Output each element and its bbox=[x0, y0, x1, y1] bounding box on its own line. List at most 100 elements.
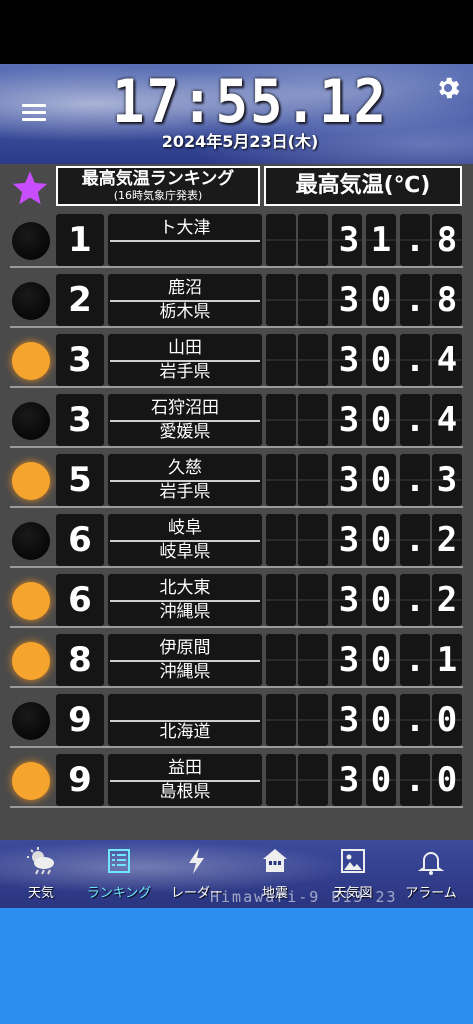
moon-icon bbox=[12, 222, 50, 260]
digit-cell-background bbox=[266, 754, 296, 806]
temperature-digit: . bbox=[404, 340, 426, 380]
moon-icon bbox=[12, 282, 50, 320]
temperature-digit: . bbox=[404, 640, 426, 680]
temperature-digit: 3 bbox=[338, 580, 360, 620]
temperature-digit: 3 bbox=[338, 340, 360, 380]
ranking-title: 最高気温ランキング bbox=[81, 169, 235, 189]
digit-cell-background bbox=[266, 334, 296, 386]
temperature-digit: 0 bbox=[370, 280, 392, 320]
sun-icon bbox=[12, 462, 50, 500]
status-bar bbox=[0, 0, 473, 64]
temperature-digit: 3 bbox=[338, 760, 360, 800]
temperature-digit: 4 bbox=[436, 400, 458, 440]
temperature-digit: 0 bbox=[370, 760, 392, 800]
temperature-digit: 0 bbox=[370, 400, 392, 440]
digit-cell-background bbox=[298, 694, 328, 746]
ranking-subtitle: (16時気象庁発表) bbox=[113, 189, 203, 202]
temperature-digit: . bbox=[404, 520, 426, 560]
location-name: 山田 bbox=[168, 338, 202, 358]
star-icon[interactable] bbox=[10, 168, 50, 208]
rank-number: 3 bbox=[56, 394, 104, 446]
ranking-row[interactable]: 3 石狩沼田 愛媛県 3 0. 4 bbox=[0, 390, 473, 450]
row-divider bbox=[10, 626, 463, 628]
temperature-digit: 0 bbox=[370, 340, 392, 380]
location-name: 益田 bbox=[168, 758, 202, 778]
location-cell: 益田 島根県 bbox=[108, 754, 262, 806]
temperature-digit: 3 bbox=[338, 460, 360, 500]
ranking-row[interactable]: 9 北海道 3 0. 0 bbox=[0, 690, 473, 750]
flip-divider bbox=[110, 780, 260, 782]
tab-alarm[interactable]: アラーム bbox=[392, 846, 470, 901]
digit-cell-background bbox=[298, 574, 328, 626]
ranking-board: 最高気温ランキング (16時気象庁発表) 最高気温(℃) 1 ト大津 3 1. 8 2 鹿沼… bbox=[0, 164, 473, 840]
digit-cell-background bbox=[266, 214, 296, 266]
sun-icon bbox=[12, 582, 50, 620]
row-divider bbox=[10, 566, 463, 568]
ranking-row[interactable]: 8 伊原間 沖縄県 3 0. 1 bbox=[0, 630, 473, 690]
flip-divider bbox=[110, 600, 260, 602]
rank-number: 5 bbox=[56, 454, 104, 506]
ranking-row[interactable]: 5 久慈 岩手県 3 0. 3 bbox=[0, 450, 473, 510]
temperature-header: 最高気温(℃) bbox=[264, 166, 462, 206]
list-icon bbox=[108, 849, 130, 873]
ranking-row[interactable]: 6 岐阜 岐阜県 3 0. 2 bbox=[0, 510, 473, 570]
temperature-digit: . bbox=[404, 400, 426, 440]
temperature-digit: 3 bbox=[338, 640, 360, 680]
rank-number: 3 bbox=[56, 334, 104, 386]
temperature-digit: . bbox=[404, 760, 426, 800]
weather-icon bbox=[27, 847, 54, 875]
digit-cell-background bbox=[298, 394, 328, 446]
temperature-digit: 0 bbox=[370, 520, 392, 560]
ranking-row[interactable]: 2 鹿沼 栃木県 3 0. 8 bbox=[0, 270, 473, 330]
row-divider bbox=[10, 746, 463, 748]
ranking-row[interactable]: 6 北大東 沖縄県 3 0. 2 bbox=[0, 570, 473, 630]
location-cell: 山田 岩手県 bbox=[108, 334, 262, 386]
digit-cell-background bbox=[298, 634, 328, 686]
location-cell: 鹿沼 栃木県 bbox=[108, 274, 262, 326]
temperature-digit: 2 bbox=[436, 520, 458, 560]
location-name: 北大東 bbox=[159, 578, 211, 598]
tab-weather[interactable]: 天気 bbox=[2, 846, 80, 901]
location-cell: 久慈 岩手県 bbox=[108, 454, 262, 506]
sun-icon bbox=[12, 762, 50, 800]
location-cell: 石狩沼田 愛媛県 bbox=[108, 394, 262, 446]
moon-icon bbox=[12, 702, 50, 740]
temperature-digit: 0 bbox=[370, 460, 392, 500]
rank-number: 6 bbox=[56, 514, 104, 566]
row-divider bbox=[10, 266, 463, 268]
flip-divider bbox=[110, 480, 260, 482]
gear-icon[interactable] bbox=[434, 74, 462, 102]
tab-label: アラーム bbox=[405, 886, 457, 901]
ranking-row[interactable]: 1 ト大津 3 1. 8 bbox=[0, 210, 473, 270]
hamburger-menu-icon[interactable] bbox=[22, 104, 46, 122]
temperature-digit: 3 bbox=[338, 280, 360, 320]
digit-cell-background bbox=[266, 274, 296, 326]
temperature-digit: 1 bbox=[370, 220, 392, 260]
ranking-row[interactable]: 9 益田 島根県 3 0. 0 bbox=[0, 750, 473, 810]
flip-divider bbox=[110, 660, 260, 662]
map-image-icon bbox=[341, 849, 365, 873]
header: 17:55.12 2024年5月23日(木) bbox=[0, 64, 473, 164]
rank-number: 2 bbox=[56, 274, 104, 326]
location-cell: ト大津 bbox=[108, 214, 262, 266]
rank-number: 9 bbox=[56, 694, 104, 746]
satellite-watermark: Himawari-9 B13 23 bbox=[210, 888, 398, 906]
location-name: 久慈 bbox=[168, 458, 202, 478]
temperature-digit: 3 bbox=[338, 400, 360, 440]
flip-divider bbox=[110, 420, 260, 422]
row-divider bbox=[10, 506, 463, 508]
clock-time: 17:55.12 bbox=[111, 66, 389, 137]
temperature-digit: 3 bbox=[436, 460, 458, 500]
digit-cell-background bbox=[266, 394, 296, 446]
tab-ranking[interactable]: ランキング bbox=[80, 846, 158, 901]
moon-icon bbox=[12, 522, 50, 560]
digit-cell-background bbox=[266, 694, 296, 746]
temperature-digit: 8 bbox=[436, 220, 458, 260]
row-divider bbox=[10, 326, 463, 328]
location-name: 鹿沼 bbox=[168, 278, 202, 298]
location-name: 岐阜 bbox=[168, 518, 202, 538]
temperature-digit: 0 bbox=[370, 580, 392, 620]
location-name: ト大津 bbox=[159, 218, 211, 238]
row-divider bbox=[10, 446, 463, 448]
ranking-row[interactable]: 3 山田 岩手県 3 0. 4 bbox=[0, 330, 473, 390]
